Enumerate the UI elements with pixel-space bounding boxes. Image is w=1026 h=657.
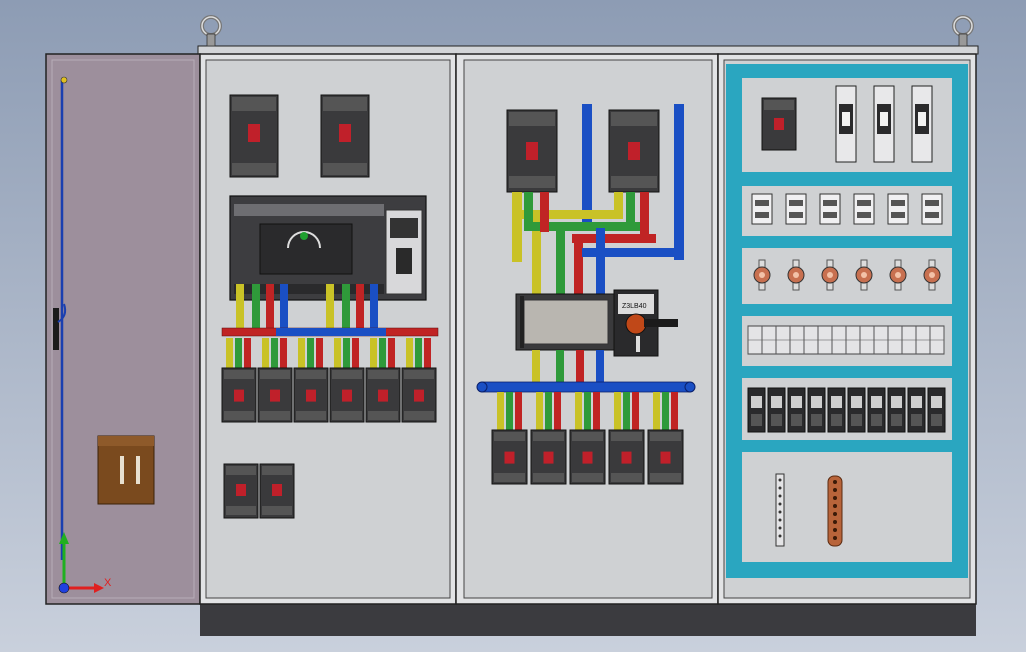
- left-feeder-dropper-6-2: [415, 338, 422, 370]
- middle-feeder-breaker-3: [569, 429, 606, 485]
- middle-feeder-dropper-1-3: [515, 392, 522, 432]
- left-incoming-breaker-2: [320, 94, 370, 178]
- copper-bar-hole-6: [833, 520, 837, 524]
- left-feeder-breaker-1: [221, 367, 257, 423]
- left-feeder-dropper-4-2: [343, 338, 350, 370]
- electrical-cabinet-rendering: X Z3LB40: [0, 0, 1026, 652]
- earth-bar-hole-4: [778, 502, 782, 506]
- left-feeder-dropper-3-2: [307, 338, 314, 370]
- earth-bar-hole-8: [778, 534, 782, 538]
- right-control-mcb: [761, 97, 797, 151]
- middle-feeder-dropper-2-1: [536, 392, 543, 432]
- left-feeder-dropper-1-2: [235, 338, 242, 370]
- terminal-block-7: [867, 387, 886, 433]
- middle-feeder-dropper-3-2: [584, 392, 591, 432]
- terminal-block-1: [747, 387, 766, 433]
- left-feeder-dropper-4-3: [352, 338, 359, 370]
- left-feeder-dropper-2-1: [262, 338, 269, 370]
- cabinet-scene: X Z3LB40: [0, 0, 1026, 652]
- fuse-holder-1: [835, 85, 857, 163]
- terminal-block-4: [807, 387, 826, 433]
- middle-transfer-switch: Z3LB40: [515, 289, 678, 357]
- left-feeder-dropper-1-1: [226, 338, 233, 370]
- earth-bar-hole-3: [778, 494, 782, 498]
- open-door: [45, 53, 201, 605]
- middle-feeder-dropper-5-1: [653, 392, 660, 432]
- middle-feeder-dropper-3-3: [593, 392, 600, 432]
- switch-tag: Z3LB40: [622, 303, 647, 310]
- fuse-holder-3: [911, 85, 933, 163]
- relay-4: [853, 193, 875, 225]
- left-feeder-dropper-5-2: [379, 338, 386, 370]
- copper-bar-hole-4: [833, 504, 837, 508]
- relay-5: [887, 193, 909, 225]
- terminal-block-6: [847, 387, 866, 433]
- copper-bar-hole-8: [833, 536, 837, 540]
- middle-feeder-breaker-4: [608, 429, 645, 485]
- left-feeder-dropper-2-2: [271, 338, 278, 370]
- left-feeder-breaker-5: [365, 367, 401, 423]
- left-feeder-dropper-4-1: [334, 338, 341, 370]
- right-fuse-holders: [835, 85, 933, 163]
- left-feeder-dropper-5-3: [388, 338, 395, 370]
- middle-feeder-breaker-5: [647, 429, 684, 485]
- left-small-breaker-1: [223, 463, 259, 519]
- left-horizontal-busbar-blue: [276, 328, 386, 336]
- middle-feeder-breaker-1: [491, 429, 528, 485]
- left-feeder-dropper-1-3: [244, 338, 251, 370]
- middle-feeder-breaker-2: [530, 429, 567, 485]
- left-small-breaker-2: [259, 463, 295, 519]
- middle-feeder-dropper-2-3: [554, 392, 561, 432]
- left-feeder-dropper-6-1: [406, 338, 413, 370]
- copper-bar-hole-7: [833, 528, 837, 532]
- middle-feeder-dropper-3-1: [575, 392, 582, 432]
- cabinet-roof: [197, 45, 979, 55]
- left-feeder-breaker-4: [329, 367, 365, 423]
- relay-2: [785, 193, 807, 225]
- middle-incoming-breaker-1: [506, 109, 558, 193]
- left-feeder-dropper-3-3: [316, 338, 323, 370]
- earth-bar-hole-2: [778, 486, 782, 490]
- terminal-block-3: [787, 387, 806, 433]
- copper-bar-hole-3: [833, 496, 837, 500]
- middle-feeder-dropper-1-1: [497, 392, 504, 432]
- middle-feeder-dropper-4-3: [632, 392, 639, 432]
- earth-bar-hole-6: [778, 518, 782, 522]
- left-feeder-dropper-2-3: [280, 338, 287, 370]
- terminal-block-9: [907, 387, 926, 433]
- right-copper-bar: [827, 475, 843, 547]
- middle-feeder-dropper-2-2: [545, 392, 552, 432]
- door-document-pocket: [97, 435, 155, 505]
- terminal-block-8: [887, 387, 906, 433]
- left-incoming-breaker-1: [229, 94, 279, 178]
- relay-3: [819, 193, 841, 225]
- left-feeder-dropper-3-1: [298, 338, 305, 370]
- terminal-block-2: [767, 387, 786, 433]
- middle-horizontal-neutral-bar: [476, 381, 696, 393]
- terminal-block-5: [827, 387, 846, 433]
- copper-bar-hole-5: [833, 512, 837, 516]
- middle-feeder-dropper-4-1: [614, 392, 621, 432]
- middle-incoming-breaker-2: [608, 109, 660, 193]
- left-feeder-dropper-6-3: [424, 338, 431, 370]
- middle-feeder-breakers: [491, 429, 684, 485]
- axis-x-label: X: [104, 577, 112, 589]
- middle-feeder-dropper-4-2: [623, 392, 630, 432]
- left-feeder-dropper-5-1: [370, 338, 377, 370]
- middle-feeder-dropper-1-2: [506, 392, 513, 432]
- left-feeder-breaker-2: [257, 367, 293, 423]
- relay-6: [921, 193, 943, 225]
- earth-bar-hole-5: [778, 510, 782, 514]
- middle-feeder-dropper-5-2: [662, 392, 669, 432]
- left-feeder-breaker-3: [293, 367, 329, 423]
- fuse-holder-2: [873, 85, 895, 163]
- copper-bar-hole-1: [833, 480, 837, 484]
- earth-bar-hole-7: [778, 526, 782, 530]
- copper-bar-hole-2: [833, 488, 837, 492]
- relay-1: [751, 193, 773, 225]
- left-feeder-breaker-6: [401, 367, 437, 423]
- middle-feeder-dropper-5-3: [671, 392, 678, 432]
- earth-bar-hole-1: [778, 478, 782, 482]
- terminal-block-10: [927, 387, 946, 433]
